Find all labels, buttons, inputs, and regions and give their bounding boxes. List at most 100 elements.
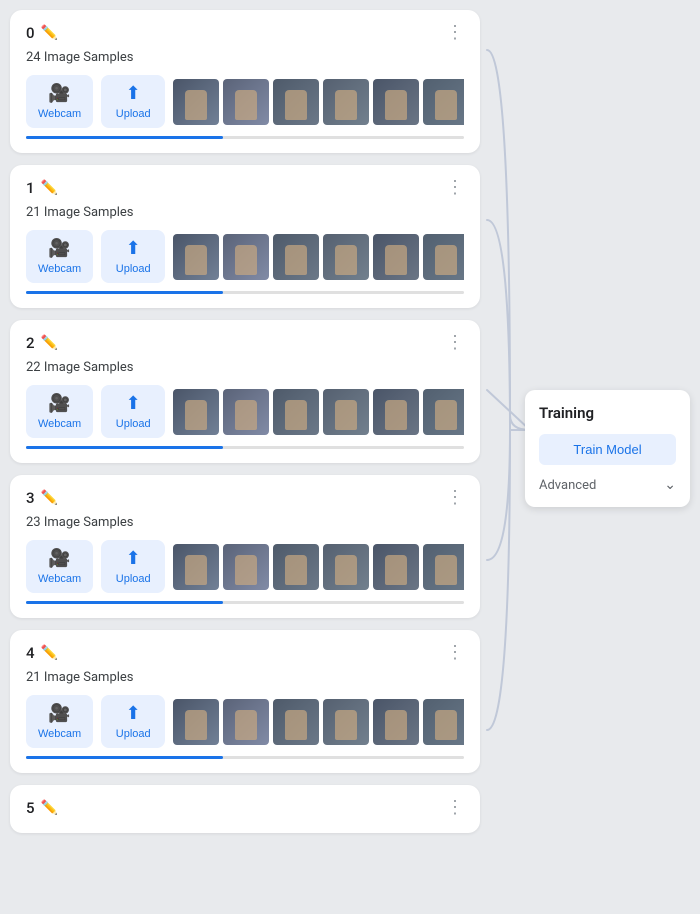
- card-actions-1: 🎥 Webcam ⬆ Upload: [26, 230, 464, 283]
- webcam-icon-1: 🎥: [48, 238, 70, 259]
- thumb-1-2: [273, 234, 319, 280]
- card-actions-4: 🎥 Webcam ⬆ Upload: [26, 695, 464, 748]
- webcam-button-4[interactable]: 🎥 Webcam: [26, 695, 93, 748]
- upload-label-3: Upload: [116, 573, 151, 585]
- upload-button-1[interactable]: ⬆ Upload: [101, 230, 165, 283]
- scroll-indicator-4: [26, 756, 464, 759]
- class-label-4: 4: [26, 644, 35, 662]
- edit-icon-0[interactable]: ✏️: [41, 25, 58, 41]
- edit-icon-5[interactable]: ✏️: [41, 800, 58, 816]
- card-header-left-1: 1 ✏️: [26, 179, 58, 197]
- thumb-1-3: [323, 234, 369, 280]
- thumbnails-2: [173, 389, 464, 435]
- webcam-icon-2: 🎥: [48, 393, 70, 414]
- more-menu-2[interactable]: ⋮: [446, 334, 464, 352]
- upload-button-2[interactable]: ⬆ Upload: [101, 385, 165, 438]
- sample-count-0: 24 Image Samples: [26, 50, 464, 65]
- upload-icon-4: ⬆: [126, 703, 141, 724]
- thumb-3-1: [223, 544, 269, 590]
- webcam-button-3[interactable]: 🎥 Webcam: [26, 540, 93, 593]
- card-header-3: 3 ✏️ ⋮: [26, 489, 464, 507]
- thumb-3-2: [273, 544, 319, 590]
- upload-icon-3: ⬆: [126, 548, 141, 569]
- card-header-left-3: 3 ✏️: [26, 489, 58, 507]
- thumb-1-1: [223, 234, 269, 280]
- thumb-4-0: [173, 699, 219, 745]
- upload-label-1: Upload: [116, 263, 151, 275]
- card-header-1: 1 ✏️ ⋮: [26, 179, 464, 197]
- thumb-4-1: [223, 699, 269, 745]
- thumb-1-4: [373, 234, 419, 280]
- thumb-3-5: [423, 544, 464, 590]
- scroll-bar-0: [26, 136, 223, 139]
- upload-icon-0: ⬆: [126, 83, 141, 104]
- scroll-bar-4: [26, 756, 223, 759]
- edit-icon-1[interactable]: ✏️: [41, 180, 58, 196]
- class-card-3: 3 ✏️ ⋮ 23 Image Samples 🎥 Webcam ⬆ Uploa…: [10, 475, 480, 618]
- card-header-0: 0 ✏️ ⋮: [26, 24, 464, 42]
- card-header-left-4: 4 ✏️: [26, 644, 58, 662]
- more-menu-5[interactable]: ⋮: [446, 799, 464, 817]
- scroll-indicator-0: [26, 136, 464, 139]
- card-actions-0: 🎥 Webcam ⬆ Upload: [26, 75, 464, 128]
- card-actions-2: 🎥 Webcam ⬆ Upload: [26, 385, 464, 438]
- webcam-label-3: Webcam: [38, 573, 81, 585]
- webcam-button-1[interactable]: 🎥 Webcam: [26, 230, 93, 283]
- webcam-icon-0: 🎥: [48, 83, 70, 104]
- webcam-icon-3: 🎥: [48, 548, 70, 569]
- card-header-left-0: 0 ✏️: [26, 24, 58, 42]
- upload-label-4: Upload: [116, 728, 151, 740]
- scroll-indicator-1: [26, 291, 464, 294]
- thumbnails-1: [173, 234, 464, 280]
- advanced-row[interactable]: Advanced ⌄: [539, 477, 676, 493]
- thumb-1-0: [173, 234, 219, 280]
- upload-icon-2: ⬆: [126, 393, 141, 414]
- upload-button-4[interactable]: ⬆ Upload: [101, 695, 165, 748]
- sample-count-1: 21 Image Samples: [26, 205, 464, 220]
- scroll-indicator-2: [26, 446, 464, 449]
- webcam-button-0[interactable]: 🎥 Webcam: [26, 75, 93, 128]
- more-menu-1[interactable]: ⋮: [446, 179, 464, 197]
- upload-button-3[interactable]: ⬆ Upload: [101, 540, 165, 593]
- thumb-4-5: [423, 699, 464, 745]
- webcam-icon-4: 🎥: [48, 703, 70, 724]
- class-card-0: 0 ✏️ ⋮ 24 Image Samples 🎥 Webcam ⬆ Uploa…: [10, 10, 480, 153]
- thumbnails-0: [173, 79, 464, 125]
- thumb-1-5: [423, 234, 464, 280]
- card-header-5: 5 ✏️ ⋮: [26, 799, 464, 817]
- thumb-2-5: [423, 389, 464, 435]
- thumb-0-4: [373, 79, 419, 125]
- thumb-2-4: [373, 389, 419, 435]
- thumb-2-1: [223, 389, 269, 435]
- more-menu-0[interactable]: ⋮: [446, 24, 464, 42]
- train-model-button[interactable]: Train Model: [539, 434, 676, 465]
- thumb-0-2: [273, 79, 319, 125]
- webcam-button-2[interactable]: 🎥 Webcam: [26, 385, 93, 438]
- sample-count-2: 22 Image Samples: [26, 360, 464, 375]
- edit-icon-4[interactable]: ✏️: [41, 645, 58, 661]
- upload-button-0[interactable]: ⬆ Upload: [101, 75, 165, 128]
- webcam-label-2: Webcam: [38, 418, 81, 430]
- scroll-bar-2: [26, 446, 223, 449]
- more-menu-3[interactable]: ⋮: [446, 489, 464, 507]
- thumb-2-0: [173, 389, 219, 435]
- class-label-0: 0: [26, 24, 35, 42]
- edit-icon-3[interactable]: ✏️: [41, 490, 58, 506]
- scroll-indicator-3: [26, 601, 464, 604]
- thumb-0-3: [323, 79, 369, 125]
- thumb-4-3: [323, 699, 369, 745]
- thumb-0-1: [223, 79, 269, 125]
- thumb-4-4: [373, 699, 419, 745]
- class-label-1: 1: [26, 179, 35, 197]
- edit-icon-2[interactable]: ✏️: [41, 335, 58, 351]
- webcam-label-1: Webcam: [38, 263, 81, 275]
- more-menu-4[interactable]: ⋮: [446, 644, 464, 662]
- chevron-down-icon: ⌄: [664, 477, 676, 493]
- thumb-2-3: [323, 389, 369, 435]
- thumbnails-4: [173, 699, 464, 745]
- class-label-2: 2: [26, 334, 35, 352]
- card-actions-3: 🎥 Webcam ⬆ Upload: [26, 540, 464, 593]
- class-card-1: 1 ✏️ ⋮ 21 Image Samples 🎥 Webcam ⬆ Uploa…: [10, 165, 480, 308]
- card-header-2: 2 ✏️ ⋮: [26, 334, 464, 352]
- upload-label-0: Upload: [116, 108, 151, 120]
